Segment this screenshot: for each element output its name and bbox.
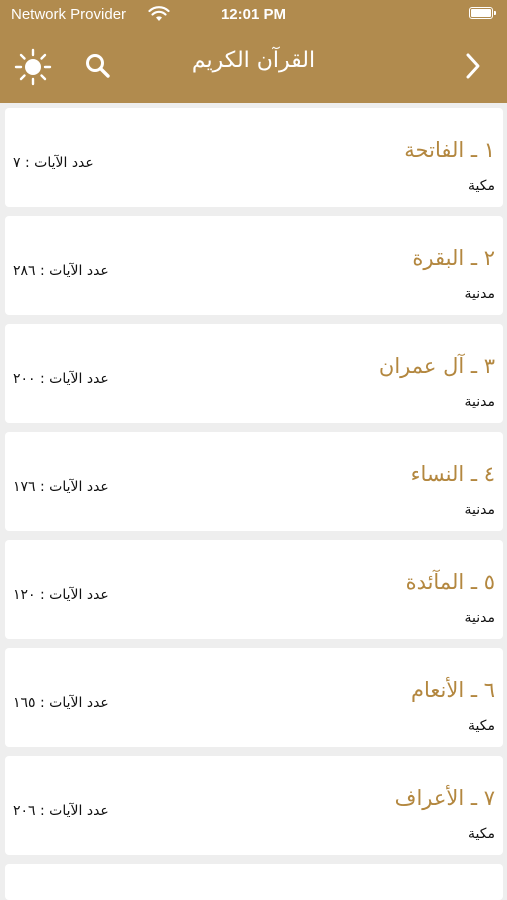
battery-icon <box>469 7 496 19</box>
surah-card-partial[interactable] <box>5 864 503 900</box>
ayat-count: عدد الآيات : ١٢٠ <box>13 587 109 603</box>
surah-type: مكية <box>468 826 495 842</box>
ayat-count: عدد الآيات : ٢٠٦ <box>13 803 109 819</box>
status-bar: Network Provider 12:01 PM <box>0 0 507 32</box>
surah-type: مكية <box>468 718 495 734</box>
status-time: 12:01 PM <box>220 6 287 23</box>
surah-name: ٥ ـ المآئدة <box>405 570 495 594</box>
ayat-count: عدد الآيات : ٢٠٠ <box>13 371 109 387</box>
surah-card[interactable]: ٦ ـ الأنعام مكية عدد الآيات : ١٦٥ <box>5 648 503 747</box>
surah-name: ٢ ـ البقرة <box>412 246 495 270</box>
nav-bar: القرآن الكريم <box>0 36 507 96</box>
ayat-count: عدد الآيات : ١٦٥ <box>13 695 109 711</box>
surah-name: ٣ ـ آل عمران <box>378 354 495 378</box>
surah-card[interactable]: ٢ ـ البقرة مدنية عدد الآيات : ٢٨٦ <box>5 216 503 315</box>
ayat-count: عدد الآيات : ٢٨٦ <box>13 263 109 279</box>
ayat-count: عدد الآيات : ٧ <box>13 155 94 171</box>
surah-type: مكية <box>468 178 495 194</box>
surah-type: مدنية <box>464 610 495 626</box>
ayat-count: عدد الآيات : ١٧٦ <box>13 479 109 495</box>
page-title: القرآن الكريم <box>191 48 316 73</box>
surah-name: ٦ ـ الأنعام <box>411 678 495 702</box>
surah-card[interactable]: ٣ ـ آل عمران مدنية عدد الآيات : ٢٠٠ <box>5 324 503 423</box>
surah-card[interactable]: ٤ ـ النساء مدنية عدد الآيات : ١٧٦ <box>5 432 503 531</box>
surah-type: مدنية <box>464 394 495 410</box>
surah-card[interactable]: ١ ـ الفاتحة مكية عدد الآيات : ٧ <box>5 108 503 207</box>
surah-card[interactable]: ٥ ـ المآئدة مدنية عدد الآيات : ١٢٠ <box>5 540 503 639</box>
surah-name: ١ ـ الفاتحة <box>404 138 495 162</box>
surah-name: ٧ ـ الأعراف <box>394 786 495 810</box>
surah-name: ٤ ـ النساء <box>410 462 495 486</box>
surah-type: مدنية <box>464 286 495 302</box>
chevron-right-icon[interactable] <box>465 52 481 80</box>
top-bar: Network Provider 12:01 PM القرآن الكريم <box>0 0 507 103</box>
surah-card[interactable]: ٧ ـ الأعراف مكية عدد الآيات : ٢٠٦ <box>5 756 503 855</box>
surah-type: مدنية <box>464 502 495 518</box>
